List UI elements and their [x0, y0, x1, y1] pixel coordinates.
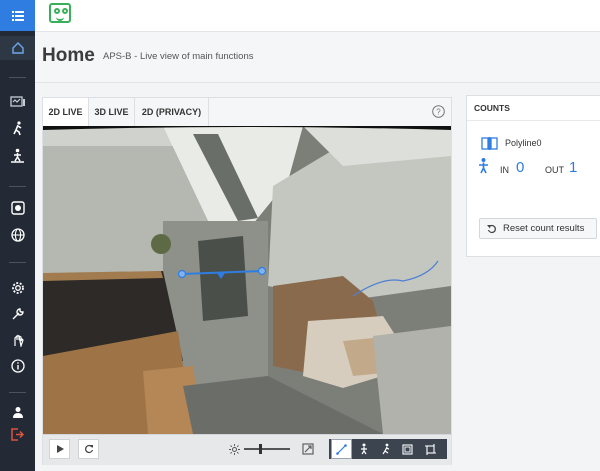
tab-3d-live[interactable]: 3D LIVE — [89, 98, 135, 126]
line-name: Polyline0 — [505, 138, 542, 148]
sidebar-item-user[interactable] — [0, 400, 35, 424]
line-handle-end[interactable] — [257, 266, 267, 276]
crop-tool-button[interactable] — [420, 439, 441, 459]
sidebar-item-record[interactable] — [0, 196, 35, 220]
page-title: Home — [42, 45, 95, 66]
top-bar — [35, 0, 600, 32]
line-handle-start[interactable] — [177, 269, 187, 279]
brightness-slider[interactable] — [244, 444, 290, 454]
sidebar-item-walk[interactable] — [0, 116, 35, 140]
menu-toggle-button[interactable] — [0, 0, 35, 31]
area-tool-button[interactable] — [397, 439, 418, 459]
sidebar-item-home[interactable] — [0, 36, 35, 60]
refresh-icon — [84, 444, 93, 454]
zone-tool-button[interactable] — [375, 439, 396, 459]
crop-icon — [425, 443, 436, 455]
reset-count-button[interactable]: Reset count results — [479, 218, 597, 239]
polyline-icon — [481, 137, 498, 150]
sidebar-item-network[interactable] — [0, 223, 35, 247]
brightness-slider-handle[interactable] — [259, 444, 262, 454]
counting-line-overlay[interactable] — [43, 126, 451, 434]
wrench-icon — [12, 308, 24, 320]
sidebar-item-person-count[interactable] — [0, 143, 35, 167]
person-zone-icon — [382, 443, 389, 455]
person-tool-icon — [360, 443, 367, 455]
record-icon — [10, 201, 25, 215]
play-icon — [56, 445, 64, 453]
view-controls — [43, 434, 451, 465]
user-icon — [12, 407, 23, 418]
direction-arrow — [217, 273, 225, 279]
sidebar-item-logout[interactable] — [0, 422, 35, 446]
out-label: OUT — [545, 165, 564, 175]
reset-icon — [487, 224, 496, 234]
logo-icon — [49, 3, 71, 23]
square-area-icon — [402, 443, 413, 455]
view-tabs: 2D LIVE 3D LIVE 2D (PRIVACY) ? — [43, 98, 451, 127]
live-view-panel: 2D LIVE 3D LIVE 2D (PRIVACY) ? — [42, 97, 452, 465]
in-label: IN — [500, 165, 509, 175]
menu-icon — [11, 10, 24, 21]
dashboard-icon — [9, 95, 25, 107]
counts-title: COUNTS — [467, 96, 600, 121]
page-header: Home APS-B - Live view of main functions — [35, 32, 600, 83]
brightness-icon — [229, 444, 240, 455]
help-icon[interactable]: ? — [432, 105, 445, 118]
sidebar-item-info[interactable] — [0, 354, 35, 378]
reset-count-label: Reset count results — [503, 223, 585, 234]
sidebar-item-privacy[interactable] — [0, 328, 35, 352]
page-subtitle: APS-B - Live view of main functions — [103, 51, 254, 62]
sidebar — [0, 0, 35, 471]
gear-icon — [11, 282, 24, 294]
person-icon — [479, 158, 488, 174]
home-icon — [11, 42, 24, 54]
sidebar-item-dashboard[interactable] — [0, 90, 35, 114]
info-icon — [10, 359, 25, 373]
out-count: 1 — [569, 159, 578, 176]
fullscreen-icon[interactable] — [302, 443, 314, 455]
walk-icon — [12, 120, 21, 135]
counts-panel: COUNTS Polyline0 IN 0 OUT 1 Reset count … — [466, 95, 600, 257]
person-count-icon — [11, 148, 24, 163]
in-count: 0 — [516, 159, 525, 176]
line-tool-icon — [336, 443, 347, 455]
tab-2d-live[interactable]: 2D LIVE — [43, 98, 89, 127]
play-button[interactable] — [49, 439, 70, 459]
refresh-button[interactable] — [78, 439, 99, 459]
sidebar-item-tools[interactable] — [0, 302, 35, 326]
hand-icon — [13, 334, 24, 347]
svg-text:?: ? — [436, 108, 441, 117]
logout-icon — [11, 427, 24, 441]
tab-2d-privacy[interactable]: 2D (PRIVACY) — [135, 98, 209, 126]
globe-icon — [10, 228, 25, 242]
camera-view[interactable] — [43, 126, 451, 434]
line-tool-button[interactable] — [331, 439, 352, 459]
person-tool-button[interactable] — [353, 439, 374, 459]
sidebar-item-settings[interactable] — [0, 276, 35, 300]
